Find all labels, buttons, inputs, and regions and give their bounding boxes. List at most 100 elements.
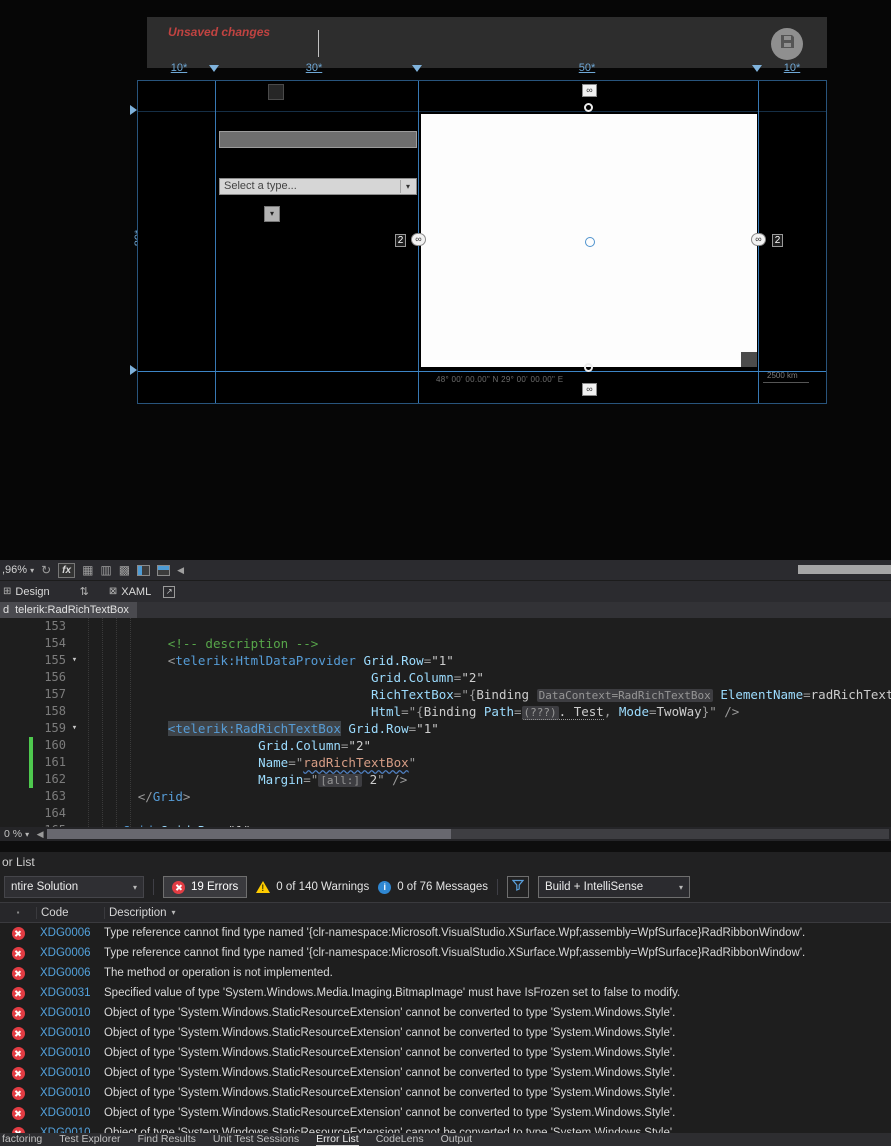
margin-right-badge[interactable]: 2 bbox=[772, 234, 783, 247]
code-line[interactable]: 157 RichTextBox="{Binding DataContext=Ra… bbox=[0, 686, 891, 703]
line-gutter[interactable]: 154 bbox=[0, 635, 85, 652]
code-line[interactable]: 159 ▾ <telerik:RadRichTextBox Grid.Row="1… bbox=[0, 720, 891, 737]
grid-row-marker-icon[interactable] bbox=[130, 105, 137, 115]
fold-collapse-icon[interactable]: ▾ bbox=[66, 720, 83, 737]
code-line[interactable]: 153 bbox=[0, 618, 891, 635]
line-gutter[interactable]: 164 bbox=[0, 805, 85, 822]
code-line[interactable]: 155 ▾ <telerik:HtmlDataProvider Grid.Row=… bbox=[0, 652, 891, 669]
bottom-tab-unit-test-sessions[interactable]: Unit Test Sessions bbox=[213, 1133, 299, 1146]
bottom-tab-output[interactable]: Output bbox=[441, 1133, 473, 1146]
code-line[interactable]: 164 bbox=[0, 805, 891, 822]
line-gutter[interactable]: 161 bbox=[0, 754, 85, 771]
error-code-link[interactable]: XDG0010 bbox=[36, 1107, 104, 1119]
line-gutter[interactable]: 163 bbox=[0, 788, 85, 805]
code-line[interactable]: 158 Html="{Binding Path= (???). Test, Mod… bbox=[0, 703, 891, 720]
description-column-header[interactable]: Description ▾ bbox=[104, 906, 891, 919]
anchor-left-icon[interactable]: ∞ bbox=[411, 233, 426, 246]
bottom-tab-find-results[interactable]: Find Results bbox=[138, 1133, 196, 1146]
error-code-link[interactable]: XDG0010 bbox=[36, 1007, 104, 1019]
designer-zoom-dropdown[interactable]: ,96% ▾ bbox=[2, 564, 34, 576]
collapse-left-icon[interactable]: ◀ bbox=[177, 561, 184, 579]
line-gutter[interactable]: 159 ▾ bbox=[0, 720, 85, 737]
small-button-widget[interactable] bbox=[268, 84, 284, 100]
resize-handle-bottom[interactable] bbox=[584, 363, 593, 372]
tab-xaml[interactable]: ⊠ XAML bbox=[109, 586, 151, 598]
code-line[interactable]: 161 Name="radRichTextBox" bbox=[0, 754, 891, 771]
error-row[interactable]: XDG0031 Specified value of type 'System.W… bbox=[0, 983, 891, 1003]
anchor-right-icon[interactable]: ∞ bbox=[751, 233, 766, 246]
error-row[interactable]: XDG0010 Object of type 'System.Windows.St… bbox=[0, 1123, 891, 1133]
error-row[interactable]: XDG0010 Object of type 'System.Windows.St… bbox=[0, 1023, 891, 1043]
grid-row-marker-icon[interactable] bbox=[130, 365, 137, 375]
error-code-link[interactable]: XDG0006 bbox=[36, 967, 104, 979]
error-code-link[interactable]: XDG0010 bbox=[36, 1047, 104, 1059]
breadcrumb-current[interactable]: d telerik:RadRichTextBox bbox=[0, 601, 137, 619]
center-anchor-point[interactable] bbox=[585, 237, 595, 247]
refresh-icon[interactable]: ↻ bbox=[41, 561, 51, 579]
bottom-tab-factoring[interactable]: factoring bbox=[2, 1133, 42, 1146]
line-gutter[interactable]: 158 bbox=[0, 703, 85, 720]
grid-column-size-label[interactable]: 10* bbox=[778, 62, 806, 74]
resize-grip[interactable] bbox=[741, 352, 757, 367]
grid-options-icon[interactable]: ▩ bbox=[119, 561, 130, 579]
scroll-left-icon[interactable]: ◀ bbox=[33, 829, 47, 840]
code-line[interactable]: 160 Grid.Column="2" bbox=[0, 737, 891, 754]
line-gutter[interactable]: 162 bbox=[0, 771, 85, 788]
scope-dropdown[interactable]: ntire Solution ▾ bbox=[4, 876, 144, 898]
snap-grid-icon[interactable]: ▥ bbox=[100, 561, 111, 579]
grid-column-size-label[interactable]: 10* bbox=[165, 62, 193, 74]
fold-collapse-icon[interactable]: ▾ bbox=[66, 652, 83, 669]
anchor-top-icon[interactable]: ∞ bbox=[582, 84, 597, 97]
hscroll-thumb[interactable] bbox=[47, 829, 452, 839]
margin-left-badge[interactable]: 2 bbox=[395, 234, 406, 247]
code-column-header[interactable]: Code bbox=[36, 906, 104, 919]
error-row[interactable]: XDG0010 Object of type 'System.Windows.St… bbox=[0, 1003, 891, 1023]
messages-toggle-button[interactable]: i 0 of 76 Messages bbox=[378, 880, 488, 894]
line-gutter[interactable]: 157 bbox=[0, 686, 85, 703]
severity-column-header[interactable]: ▪ bbox=[0, 908, 36, 917]
error-row[interactable]: XDG0010 Object of type 'System.Windows.St… bbox=[0, 1083, 891, 1103]
snap-to-snaplines-icon[interactable] bbox=[137, 564, 151, 576]
anchor-bottom-icon[interactable]: ∞ bbox=[582, 383, 597, 396]
save-button[interactable] bbox=[771, 28, 803, 60]
code-line[interactable]: 154 <!-- description --> bbox=[0, 635, 891, 652]
design-artboard[interactable]: Select a type... ▾ ▾ ∞ ∞ ∞ ∞ 2 2 48° 00'… bbox=[137, 80, 827, 404]
designer-hscrollbar-thumb[interactable] bbox=[798, 565, 891, 574]
code-line[interactable]: 163 </Grid> bbox=[0, 788, 891, 805]
error-row[interactable]: XDG0006 Type reference cannot find type n… bbox=[0, 923, 891, 943]
popout-icon[interactable]: ↗ bbox=[163, 585, 176, 598]
tab-design[interactable]: ⊞ Design bbox=[3, 586, 50, 598]
swap-panes-icon[interactable]: ⇅ bbox=[80, 585, 89, 598]
effects-toggle-button[interactable]: fx bbox=[58, 562, 76, 578]
xaml-code-editor[interactable]: 153 154 <!-- description --> 155 ▾ <telerik… bbox=[0, 618, 891, 827]
show-grid-icon[interactable]: ▦ bbox=[82, 561, 93, 579]
textbox-widget[interactable] bbox=[219, 131, 417, 148]
bottom-tab-test-explorer[interactable]: Test Explorer bbox=[59, 1133, 120, 1146]
line-gutter[interactable]: 155 ▾ bbox=[0, 652, 85, 669]
grid-column-size-label[interactable]: 50* bbox=[573, 62, 601, 74]
grid-column-marker-icon[interactable] bbox=[209, 65, 219, 72]
editor-zoom-dropdown[interactable]: 0 % ▾ bbox=[0, 828, 33, 840]
error-row[interactable]: XDG0010 Object of type 'System.Windows.St… bbox=[0, 1103, 891, 1123]
filter-source-dropdown[interactable]: Build + IntelliSense ▾ bbox=[537, 876, 690, 898]
grid-column-marker-icon[interactable] bbox=[752, 65, 762, 72]
error-code-link[interactable]: XDG0031 bbox=[36, 987, 104, 999]
line-gutter[interactable]: 153 bbox=[0, 618, 85, 635]
filter-button[interactable] bbox=[506, 876, 529, 898]
error-code-link[interactable]: XDG0010 bbox=[36, 1027, 104, 1039]
warnings-toggle-button[interactable]: 0 of 140 Warnings bbox=[256, 881, 369, 893]
error-row[interactable]: XDG0010 Object of type 'System.Windows.St… bbox=[0, 1043, 891, 1063]
bottom-tab-codelens[interactable]: CodeLens bbox=[376, 1133, 424, 1146]
show-annotations-icon[interactable] bbox=[157, 564, 171, 576]
line-gutter[interactable]: 156 bbox=[0, 669, 85, 686]
line-gutter[interactable]: 160 bbox=[0, 737, 85, 754]
grid-column-marker-icon[interactable] bbox=[412, 65, 422, 72]
chevron-down-icon[interactable]: ▾ bbox=[400, 180, 415, 193]
resize-handle-top[interactable] bbox=[584, 103, 593, 112]
error-code-link[interactable]: XDG0010 bbox=[36, 1087, 104, 1099]
error-row[interactable]: XDG0006 The method or operation is not im… bbox=[0, 963, 891, 983]
code-line[interactable]: 162 Margin=" [all:] 2" /> bbox=[0, 771, 891, 788]
error-row[interactable]: XDG0010 Object of type 'System.Windows.St… bbox=[0, 1063, 891, 1083]
bottom-tab-error-list[interactable]: Error List bbox=[316, 1133, 359, 1146]
grid-column-size-label[interactable]: 30* bbox=[300, 62, 328, 74]
